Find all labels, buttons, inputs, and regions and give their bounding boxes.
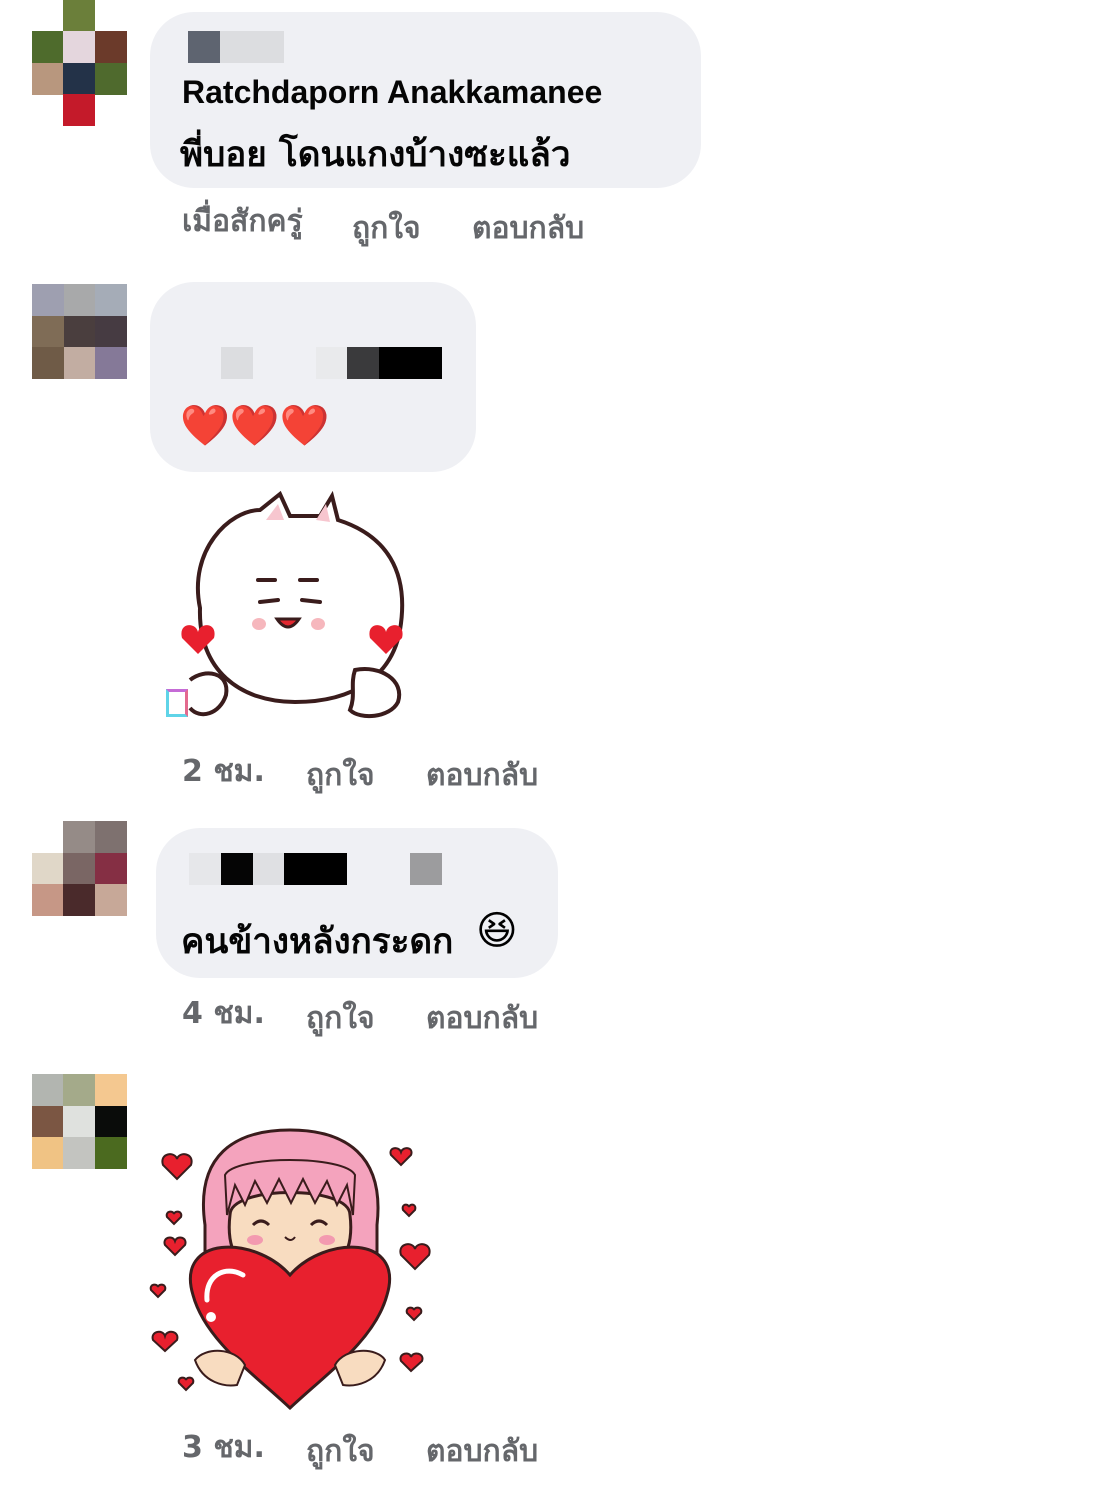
redacted-block [221, 853, 253, 885]
reply-button[interactable]: ตอบกลับ [426, 752, 538, 799]
comment-time[interactable]: เมื่อสักครู่ [182, 198, 303, 245]
comment-bubble: Ratchdaporn Anakkamanee พี่บอย โดนแกงบ้า… [150, 12, 701, 188]
comment-bubble: ❤️❤️❤️ [150, 282, 476, 472]
reply-button[interactable]: ตอบกลับ [472, 205, 584, 252]
white-cat-hearts-sticker[interactable] [160, 490, 420, 725]
redacted-block [221, 347, 253, 379]
comment-text: คนข้างหลังกระดก [181, 922, 454, 962]
pink-hair-girl-heart-sticker[interactable] [145, 1125, 445, 1415]
redacted-block [379, 347, 442, 379]
redacted-block [347, 347, 379, 379]
redacted-block [188, 31, 220, 63]
redacted-block [189, 853, 221, 885]
like-button[interactable]: ถูกใจ [306, 995, 375, 1042]
gif-icon [166, 689, 188, 717]
like-button[interactable]: ถูกใจ [352, 205, 421, 252]
comment-author[interactable]: Ratchdaporn Anakkamanee [182, 74, 602, 111]
comment-time[interactable]: 2 ชม. [182, 748, 265, 795]
reply-button[interactable]: ตอบกลับ [426, 995, 538, 1042]
reply-button[interactable]: ตอบกลับ [426, 1428, 538, 1475]
comment-time[interactable]: 4 ชม. [182, 990, 265, 1037]
like-button[interactable]: ถูกใจ [306, 1428, 375, 1475]
redacted-block [316, 347, 348, 379]
like-button[interactable]: ถูกใจ [306, 752, 375, 799]
comment-text: พี่บอย โดนแกงบ้างซะแล้ว [180, 135, 571, 175]
redacted-block [410, 853, 442, 885]
redacted-block [284, 853, 347, 885]
redacted-block [220, 31, 284, 63]
avatar[interactable] [32, 821, 127, 916]
comment-text: ❤️❤️❤️ [180, 403, 330, 449]
comment-time[interactable]: 3 ชม. [182, 1424, 265, 1471]
comment-bubble: คนข้างหลังกระดก 😆 [156, 828, 558, 978]
avatar[interactable] [32, 1074, 127, 1169]
grinning-squinting-emoji: 😆 [476, 908, 518, 954]
avatar[interactable] [32, 0, 127, 126]
avatar[interactable] [32, 284, 127, 379]
redacted-block [253, 853, 284, 885]
